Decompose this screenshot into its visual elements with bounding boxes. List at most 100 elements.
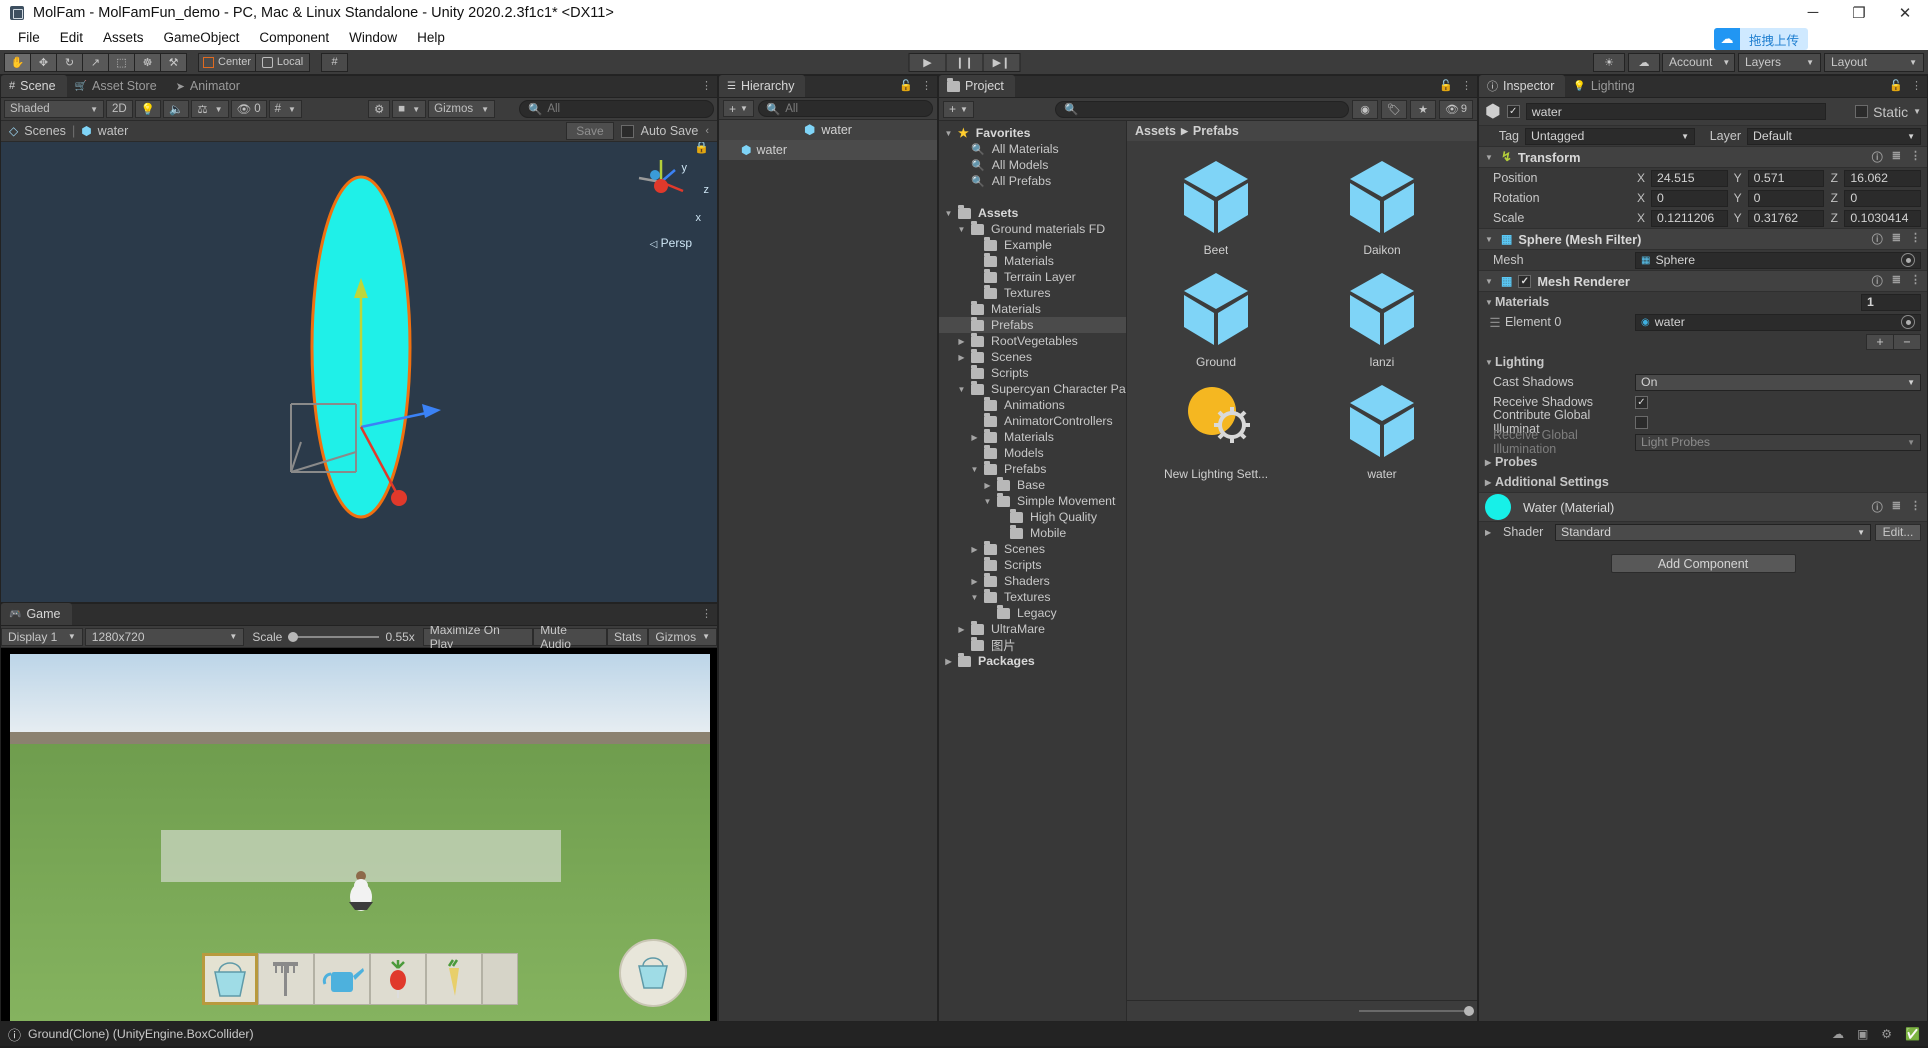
tab-hierarchy[interactable]: ☰ Hierarchy bbox=[719, 75, 806, 97]
perspective-label[interactable]: ◁ Persp bbox=[650, 236, 692, 250]
lock-icon[interactable]: 🔓 bbox=[1439, 79, 1453, 92]
project-add-button[interactable]: + ▼ bbox=[943, 100, 974, 118]
scene-panel-menu[interactable]: ⋮ bbox=[701, 79, 712, 92]
position-y-input[interactable]: 0.571 bbox=[1747, 169, 1825, 187]
kebab-menu-icon[interactable]: ⋮ bbox=[1911, 79, 1922, 92]
rotation-x-input[interactable]: 0 bbox=[1651, 189, 1728, 207]
asset-item[interactable]: Daikon bbox=[1323, 155, 1441, 257]
tab-asset-store[interactable]: 🛒 Asset Store bbox=[67, 75, 168, 97]
hotbar-slot-basket[interactable] bbox=[202, 953, 258, 1005]
asset-item[interactable]: lanzi bbox=[1323, 267, 1441, 369]
kebab-menu-icon[interactable]: ⋮ bbox=[1461, 79, 1472, 92]
pivot-mode-button[interactable]: Center bbox=[198, 52, 257, 72]
scale-z-input[interactable]: 0.1030414 bbox=[1844, 209, 1922, 227]
project-search-input[interactable]: 🔍 bbox=[1054, 100, 1349, 118]
tree-item-animatorcontrollers[interactable]: AnimatorControllers bbox=[939, 412, 1126, 429]
zoom-slider-track[interactable] bbox=[1359, 1006, 1474, 1016]
camera-settings-icon[interactable]: ■ ▼ bbox=[392, 100, 427, 118]
mesh-renderer-component-header[interactable]: ▼ ▦ ✓ Mesh Renderer ⓘ ≣ ⋮ bbox=[1479, 270, 1927, 292]
scale-x-input[interactable]: 0.1211206 bbox=[1651, 209, 1728, 227]
collab-icon[interactable]: ☁ bbox=[1832, 1027, 1844, 1041]
cache-server-icon[interactable]: ▣ bbox=[1857, 1027, 1868, 1041]
tree-item-materials[interactable]: Materials bbox=[939, 300, 1126, 317]
async-jobs-icon[interactable]: ⚙ bbox=[1881, 1027, 1892, 1041]
grid-visibility-dropdown[interactable]: # ▼ bbox=[268, 100, 302, 118]
hotbar-slot-carrot[interactable] bbox=[426, 953, 482, 1005]
move-tool-button[interactable]: ✥ bbox=[30, 52, 57, 72]
add-component-button[interactable]: Add Component bbox=[1610, 554, 1796, 573]
inspector-panel-menu[interactable]: 🔓 ⋮ bbox=[1889, 79, 1922, 92]
tree-item-mobile[interactable]: Mobile bbox=[939, 524, 1126, 541]
upload-badge[interactable]: ☁ 拖拽上传 bbox=[1713, 28, 1808, 50]
kebab-menu-icon[interactable]: ⋮ bbox=[701, 79, 712, 92]
add-material-button[interactable]: + bbox=[1866, 334, 1894, 350]
scale-slider[interactable]: Scale 0.55x bbox=[246, 627, 421, 646]
zoom-slider-knob[interactable] bbox=[1464, 1006, 1474, 1016]
window-controls[interactable]: ─ ❐ ✕ bbox=[1790, 0, 1928, 25]
tree-item-textures[interactable]: ▼ Textures bbox=[939, 588, 1126, 605]
draw-mode-dropdown[interactable]: Shaded ▼ bbox=[4, 100, 104, 118]
kebab-menu-icon[interactable]: ⋮ bbox=[1910, 231, 1921, 247]
hierarchy-panel-menu[interactable]: 🔓 ⋮ bbox=[899, 79, 932, 92]
chevron-down-icon[interactable]: ▼ bbox=[1485, 153, 1495, 162]
rect-tool-button[interactable]: ⬚ bbox=[108, 52, 135, 72]
tree-item-all-models[interactable]: 🔍 All Models bbox=[939, 157, 1126, 173]
preset-icon[interactable]: ≣ bbox=[1892, 149, 1901, 165]
twirl-icon[interactable]: ▶ bbox=[956, 625, 967, 634]
auto-save-checkbox[interactable] bbox=[620, 124, 634, 138]
kebab-menu-icon[interactable]: ⋮ bbox=[701, 607, 712, 620]
transform-component-header[interactable]: ▼ ↯ Transform ⓘ ≣ ⋮ bbox=[1479, 146, 1927, 168]
tree-item-scenes[interactable]: ▶ Scenes bbox=[939, 348, 1126, 365]
lock-icon[interactable]: 🔓 bbox=[1889, 79, 1903, 92]
tree-item-base[interactable]: ▶ Base bbox=[939, 476, 1126, 493]
shader-dropdown[interactable]: Standard ▼ bbox=[1555, 523, 1871, 541]
hierarchy-scene-header[interactable]: ⬢ water bbox=[719, 120, 937, 140]
static-checkbox[interactable] bbox=[1855, 105, 1869, 118]
scale-y-input[interactable]: 0.31762 bbox=[1747, 209, 1825, 227]
help-icon[interactable]: ⓘ bbox=[1872, 231, 1883, 247]
drag-handle-icon[interactable]: ☰ bbox=[1485, 315, 1505, 330]
scene-tools-icon[interactable]: ⚙ bbox=[367, 100, 391, 118]
kebab-menu-icon[interactable]: ⋮ bbox=[1910, 499, 1921, 515]
breadcrumb-object[interactable]: water bbox=[98, 124, 129, 138]
preset-icon[interactable]: ≣ bbox=[1892, 231, 1901, 247]
hierarchy-item-water[interactable]: ⬢ water bbox=[719, 140, 937, 160]
tree-item-ground-materials-fd[interactable]: ▼ Ground materials FD bbox=[939, 220, 1126, 237]
preset-icon[interactable]: ≣ bbox=[1892, 499, 1901, 515]
twirl-icon[interactable]: ▶ bbox=[969, 433, 980, 442]
tree-item-prefabs[interactable]: ▼ Prefabs bbox=[939, 460, 1126, 477]
rotate-tool-button[interactable]: ↻ bbox=[56, 52, 83, 72]
chevron-down-icon[interactable]: ▼ bbox=[1913, 107, 1921, 116]
scene-audio-icon[interactable]: 🔈 bbox=[163, 100, 190, 118]
lighting-foldout[interactable]: ▼ Lighting bbox=[1479, 352, 1927, 372]
twirl-icon[interactable]: ▶ bbox=[956, 353, 967, 362]
menu-item-assets[interactable]: Assets bbox=[93, 27, 154, 48]
gizmos-dropdown[interactable]: Gizmos ▼ bbox=[428, 100, 496, 118]
stats-toggle[interactable]: Stats bbox=[607, 627, 649, 646]
game-gizmos-dropdown[interactable]: Gizmos ▼ bbox=[648, 627, 717, 646]
tree-item-scripts[interactable]: Scripts bbox=[939, 556, 1126, 573]
hotbar-slot-wateringcan[interactable] bbox=[314, 953, 370, 1005]
tag-dropdown[interactable]: Untagged ▼ bbox=[1525, 127, 1695, 145]
mesh-object-field[interactable]: ▦ Sphere bbox=[1635, 251, 1921, 269]
twirl-icon[interactable]: ▼ bbox=[956, 385, 967, 394]
materials-foldout[interactable]: ▼ Materials 1 bbox=[1479, 292, 1927, 312]
game-panel-menu[interactable]: ⋮ bbox=[701, 607, 712, 620]
tree-item-prefabs[interactable]: Prefabs bbox=[939, 316, 1126, 333]
hotbar-slot-rake[interactable] bbox=[258, 953, 314, 1005]
tree-item-all-prefabs[interactable]: 🔍 All Prefabs bbox=[939, 173, 1126, 189]
maximize-on-play-toggle[interactable]: Maximize On Play bbox=[422, 623, 534, 651]
rotation-y-input[interactable]: 0 bbox=[1747, 189, 1825, 207]
twirl-icon[interactable]: ▼ bbox=[943, 129, 954, 138]
hierarchy-add-button[interactable]: + ▼ bbox=[723, 100, 754, 117]
breadcrumb-prefabs[interactable]: Prefabs bbox=[1193, 124, 1239, 138]
object-picker-icon[interactable] bbox=[1901, 315, 1915, 329]
object-name-input[interactable]: water bbox=[1525, 103, 1826, 120]
project-folder-tree[interactable]: ▼ ★ Favorites 🔍 All Materials 🔍 All Models 🔍 All… bbox=[939, 121, 1127, 1021]
scale-slider-track[interactable] bbox=[288, 631, 380, 642]
cloud-icon[interactable]: ☁ bbox=[1628, 52, 1660, 72]
tree-item-legacy[interactable]: Legacy bbox=[939, 604, 1126, 621]
asset-item[interactable]: water bbox=[1323, 379, 1441, 481]
resolution-dropdown[interactable]: 1280x720 ▼ bbox=[84, 627, 245, 646]
game-viewport[interactable] bbox=[1, 648, 717, 1021]
